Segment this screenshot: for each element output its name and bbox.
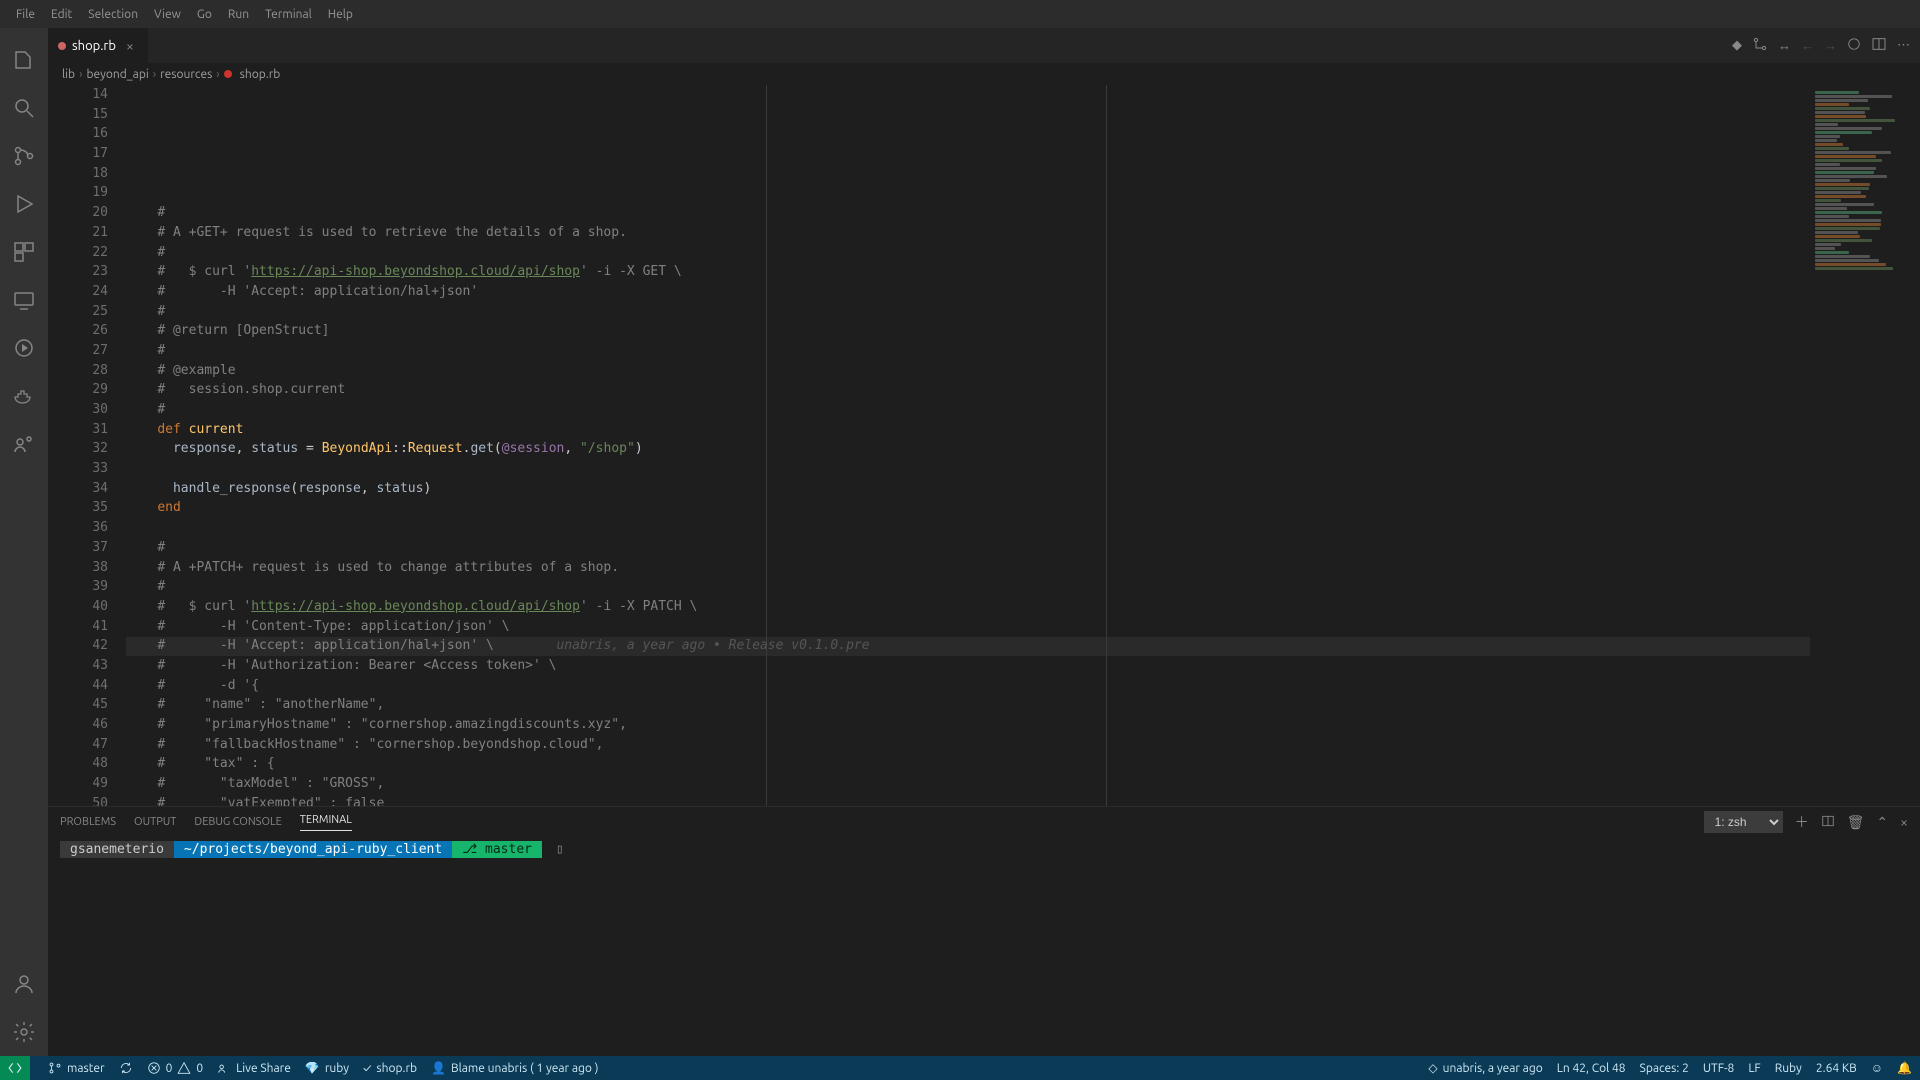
- split-editor-icon[interactable]: [1871, 36, 1887, 55]
- next-change-icon[interactable]: →: [1824, 38, 1837, 53]
- menu-go[interactable]: Go: [189, 8, 220, 21]
- editor-actions: ◆ ↔ ← → ⋯: [1722, 28, 1920, 63]
- remote-indicator[interactable]: [0, 1056, 30, 1080]
- settings-gear-icon[interactable]: [0, 1008, 48, 1056]
- status-encoding[interactable]: UTF-8: [1703, 1062, 1734, 1075]
- breadcrumb[interactable]: lib› beyond_api› resources› shop.rb: [48, 63, 1920, 85]
- panel-tab-debug[interactable]: DEBUG CONSOLE: [194, 816, 281, 828]
- debug-icon[interactable]: [0, 180, 48, 228]
- minimap[interactable]: [1810, 85, 1920, 806]
- tab-bar: shop.rb × ◆ ↔ ← → ⋯: [48, 28, 1920, 63]
- menu-file[interactable]: File: [8, 8, 43, 21]
- status-file[interactable]: ✓ shop.rb: [363, 1062, 417, 1075]
- prompt-branch: ⎇ master: [452, 841, 542, 858]
- panel-tab-terminal[interactable]: TERMINAL: [300, 814, 352, 831]
- search-icon[interactable]: [0, 84, 48, 132]
- status-branch[interactable]: master: [48, 1061, 105, 1075]
- nav-back-icon[interactable]: ↔: [1778, 38, 1791, 53]
- prompt-path: ~/projects/beyond_api-ruby_client: [174, 841, 452, 858]
- panel-tab-output[interactable]: OUTPUT: [134, 816, 176, 828]
- files-icon[interactable]: [0, 36, 48, 84]
- close-icon[interactable]: ×: [122, 38, 138, 54]
- menu-terminal[interactable]: Terminal: [257, 8, 320, 21]
- ruby-file-icon: [224, 70, 232, 78]
- maximize-panel-icon[interactable]: ⌃: [1876, 814, 1888, 831]
- menu-edit[interactable]: Edit: [43, 8, 80, 21]
- status-bar: master 0 0 Live Share 💎 ruby ✓ shop.rb 👤…: [0, 1056, 1920, 1080]
- more-icon[interactable]: ⋯: [1897, 38, 1910, 53]
- activity-bar: [0, 28, 48, 1056]
- status-eol[interactable]: LF: [1748, 1062, 1760, 1075]
- source-control-icon[interactable]: [0, 132, 48, 180]
- status-blame[interactable]: 👤 Blame unabris ( 1 year ago ): [431, 1061, 598, 1075]
- status-liveshare[interactable]: Live Share: [217, 1061, 291, 1075]
- close-panel-icon[interactable]: ×: [1900, 814, 1908, 830]
- line-gutter: 1415161718192021222324252627282930313233…: [48, 85, 126, 806]
- menu-view[interactable]: View: [146, 8, 189, 21]
- prev-change-icon[interactable]: ←: [1801, 38, 1814, 53]
- menu-bar: FileEditSelectionViewGoRunTerminalHelp: [0, 0, 1920, 28]
- status-sync[interactable]: [119, 1061, 133, 1075]
- test-icon[interactable]: [0, 324, 48, 372]
- split-terminal-icon[interactable]: [1821, 814, 1835, 831]
- menu-selection[interactable]: Selection: [80, 8, 146, 21]
- status-feedback-icon[interactable]: ☺: [1871, 1061, 1883, 1075]
- ruby-file-icon: [58, 42, 66, 50]
- status-ruby[interactable]: 💎 ruby: [305, 1061, 349, 1075]
- status-spaces[interactable]: Spaces: 2: [1640, 1062, 1689, 1075]
- terminal[interactable]: gsanemeterio~/projects/beyond_api-ruby_c…: [48, 837, 1920, 1056]
- extensions-icon[interactable]: [0, 228, 48, 276]
- tab-label: shop.rb: [72, 39, 116, 53]
- panel: PROBLEMS OUTPUT DEBUG CONSOLE TERMINAL 1…: [48, 806, 1920, 1056]
- docker-icon[interactable]: [0, 372, 48, 420]
- panel-tab-problems[interactable]: PROBLEMS: [60, 816, 116, 828]
- status-lang[interactable]: Ruby: [1775, 1062, 1802, 1075]
- status-lncol[interactable]: Ln 42, Col 48: [1557, 1062, 1626, 1075]
- git-compare-icon[interactable]: [1752, 36, 1768, 55]
- status-problems[interactable]: 0 0: [147, 1061, 204, 1075]
- prompt-user: gsanemeterio: [60, 841, 174, 858]
- menu-run[interactable]: Run: [220, 8, 257, 21]
- live-share-icon[interactable]: [0, 420, 48, 468]
- kill-terminal-icon[interactable]: 🗑: [1847, 814, 1865, 831]
- status-bell-icon[interactable]: 🔔: [1897, 1061, 1912, 1075]
- status-blame-right[interactable]: ◇ unabris, a year ago: [1428, 1061, 1542, 1075]
- new-terminal-icon[interactable]: ＋: [1795, 812, 1809, 832]
- account-icon[interactable]: [0, 960, 48, 1008]
- code-editor[interactable]: 1415161718192021222324252627282930313233…: [48, 85, 1810, 806]
- run-icon[interactable]: [1847, 37, 1861, 54]
- code-content[interactable]: # # A +GET+ request is used to retrieve …: [126, 85, 1810, 806]
- menu-help[interactable]: Help: [320, 8, 361, 21]
- diff-icon[interactable]: ◆: [1732, 38, 1742, 53]
- status-size: 2.64 KB: [1816, 1062, 1857, 1075]
- terminal-shell-select[interactable]: 1: zsh: [1704, 811, 1783, 833]
- remote-icon[interactable]: [0, 276, 48, 324]
- tab-shop-rb[interactable]: shop.rb ×: [48, 28, 149, 63]
